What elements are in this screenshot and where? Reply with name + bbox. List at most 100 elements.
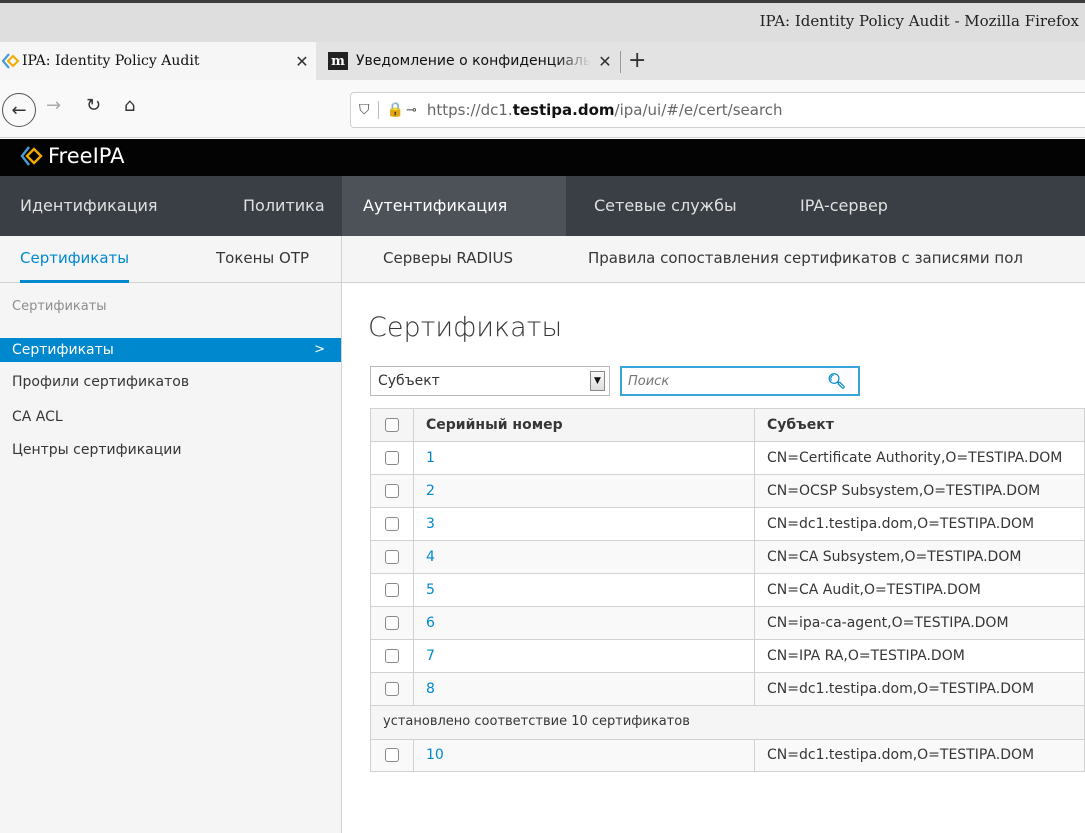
serial-cell: 3 [413, 507, 755, 541]
subject-cell: CN=dc1.testipa.dom,O=TESTIPA.DOM [754, 507, 1085, 541]
subnav-divider [341, 236, 342, 283]
table-row: 6 CN=ipa-ca-agent,O=TESTIPA.DOM [370, 606, 1085, 640]
serial-cell: 4 [413, 540, 755, 574]
table-header-row: Серийный номер Субъект [370, 408, 1085, 442]
window-title: IPA: Identity Policy Audit - Mozilla Fir… [759, 12, 1079, 30]
serial-link[interactable]: 3 [426, 516, 435, 532]
row-checkbox[interactable] [385, 583, 399, 597]
row-checkbox-cell [370, 474, 414, 508]
filter-select-value: Субъект [378, 373, 440, 389]
table-footer-count: установлено соответствие 10 сертификатов [370, 706, 1085, 740]
serial-link[interactable]: 5 [426, 582, 435, 598]
search-box[interactable]: 🔍︎ [620, 366, 860, 396]
row-checkbox-cell [370, 672, 414, 706]
select-all-checkbox[interactable] [385, 418, 399, 432]
subnav-radius-servers[interactable]: Серверы RADIUS [383, 236, 513, 283]
tab-privacy-notice[interactable]: m Уведомление о конфиденциальности ✕ [316, 42, 619, 80]
tab-divider [620, 51, 621, 73]
row-checkbox[interactable] [385, 616, 399, 630]
serial-link[interactable]: 10 [426, 747, 444, 763]
column-header-serial[interactable]: Серийный номер [413, 408, 755, 442]
serial-link[interactable]: 8 [426, 681, 435, 697]
table-row: 4 CN=CA Subsystem,O=TESTIPA.DOM [370, 540, 1085, 574]
mozilla-favicon-icon: m [328, 52, 348, 70]
url-divider [377, 101, 379, 119]
reload-icon[interactable]: ↻ [86, 95, 101, 116]
serial-link[interactable]: 2 [426, 483, 435, 499]
freeipa-logo-icon [20, 146, 43, 166]
serial-cell: 1 [413, 441, 755, 475]
table-row: 10 CN=dc1.testipa.dom,O=TESTIPA.DOM [370, 738, 1085, 772]
table-row: 2 CN=OCSP Subsystem,O=TESTIPA.DOM [370, 474, 1085, 508]
lock-warning-icon[interactable]: 🔒 [387, 102, 404, 118]
search-input[interactable] [622, 373, 822, 389]
tab-label: Уведомление о конфиденциальности [356, 53, 591, 69]
row-checkbox[interactable] [385, 484, 399, 498]
topnav-identity[interactable]: Идентификация [20, 176, 158, 236]
subnav-cert-mapping-rules[interactable]: Правила сопоставления сертификатов с зап… [588, 236, 1023, 283]
column-header-subject[interactable]: Субъект [754, 408, 1085, 442]
sidebar-item-label: Сертификаты [12, 342, 114, 358]
serial-cell: 6 [413, 606, 755, 640]
serial-cell: 7 [413, 639, 755, 673]
subject-cell: CN=dc1.testipa.dom,O=TESTIPA.DOM [754, 672, 1085, 706]
sidebar-item-certificates[interactable]: Сертификаты > [0, 338, 341, 362]
subject-cell: CN=CA Audit,O=TESTIPA.DOM [754, 573, 1085, 607]
row-checkbox-cell [370, 738, 414, 772]
subject-cell: CN=IPA RA,O=TESTIPA.DOM [754, 639, 1085, 673]
serial-link[interactable]: 6 [426, 615, 435, 631]
subnav-otp-tokens[interactable]: Токены OTP [216, 236, 309, 283]
subnav-certificates[interactable]: Сертификаты [20, 236, 130, 283]
row-checkbox[interactable] [385, 517, 399, 531]
serial-cell: 5 [413, 573, 755, 607]
tab-strip: IPA: Identity Policy Audit ✕ m Уведомлен… [0, 42, 1085, 80]
freeipa-favicon-icon [2, 53, 20, 69]
tab-close-icon[interactable]: ✕ [288, 52, 316, 71]
subject-cell: CN=ipa-ca-agent,O=TESTIPA.DOM [754, 606, 1085, 640]
url-bar[interactable]: ⛉ 🔒 ⊸ https://dc1.testipa.dom/ipa/ui/#/e… [350, 92, 1085, 128]
new-tab-icon[interactable]: + [628, 48, 646, 73]
serial-link[interactable]: 7 [426, 648, 435, 664]
brand-name: FreeIPA [48, 144, 125, 168]
table-row: 3 CN=dc1.testipa.dom,O=TESTIPA.DOM [370, 507, 1085, 541]
sidebar-item-cert-authorities[interactable]: Центры сертификации [0, 438, 341, 462]
row-checkbox[interactable] [385, 451, 399, 465]
sidebar-item-cert-profiles[interactable]: Профили сертификатов [0, 370, 341, 394]
subject-cell: CN=OCSP Subsystem,O=TESTIPA.DOM [754, 474, 1085, 508]
row-checkbox-cell [370, 507, 414, 541]
subject-cell: CN=dc1.testipa.dom,O=TESTIPA.DOM [754, 738, 1085, 772]
window-titlebar: IPA: Identity Policy Audit - Mozilla Fir… [0, 0, 1085, 42]
topnav-ipa-server[interactable]: IPA-сервер [800, 176, 888, 236]
serial-link[interactable]: 1 [426, 450, 435, 466]
home-icon[interactable]: ⌂ [124, 95, 135, 116]
table-row: 1 CN=Certificate Authority,O=TESTIPA.DOM [370, 441, 1085, 475]
serial-link[interactable]: 4 [426, 549, 435, 565]
row-checkbox-cell [370, 639, 414, 673]
table-row: 8 CN=dc1.testipa.dom,O=TESTIPA.DOM [370, 672, 1085, 706]
dropdown-arrow-icon[interactable]: ▼ [590, 371, 605, 391]
topnav-policy[interactable]: Политика [243, 176, 325, 236]
row-checkbox[interactable] [385, 748, 399, 762]
topnav-authentication[interactable]: Аутентификация [342, 176, 566, 236]
row-checkbox-cell [370, 573, 414, 607]
back-icon[interactable]: ← [2, 93, 36, 127]
key-icon[interactable]: ⊸ [406, 103, 417, 118]
search-icon[interactable]: 🔍︎ [827, 372, 846, 390]
table-row: 7 CN=IPA RA,O=TESTIPA.DOM [370, 639, 1085, 673]
row-checkbox[interactable] [385, 682, 399, 696]
row-checkbox[interactable] [385, 550, 399, 564]
row-checkbox[interactable] [385, 649, 399, 663]
row-checkbox-cell [370, 606, 414, 640]
topnav-network-services[interactable]: Сетевые службы [594, 176, 737, 236]
table-row: 5 CN=CA Audit,O=TESTIPA.DOM [370, 573, 1085, 607]
shield-icon[interactable]: ⛉ [359, 102, 370, 118]
filter-select[interactable]: Субъект ▼ [370, 366, 610, 396]
url-text[interactable]: https://dc1.testipa.dom/ipa/ui/#/e/cert/… [427, 101, 783, 119]
sidebar-heading: Сертификаты [12, 299, 107, 314]
tab-freeipa[interactable]: IPA: Identity Policy Audit ✕ [0, 42, 316, 80]
tab-label: IPA: Identity Policy Audit [22, 53, 200, 69]
forward-icon[interactable]: → [46, 95, 61, 116]
tab-close-icon[interactable]: ✕ [591, 52, 619, 71]
sidebar-item-ca-acl[interactable]: CA ACL [0, 405, 341, 429]
freeipa-logo: FreeIPA [20, 144, 124, 168]
